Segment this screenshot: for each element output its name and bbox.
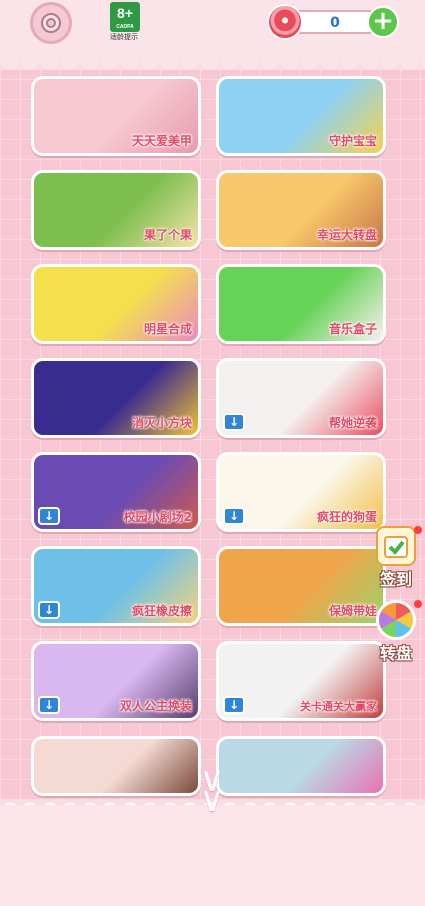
game-title: 果了个果 xyxy=(143,228,192,242)
download-icon[interactable]: ↓ xyxy=(38,507,60,525)
game-card[interactable]: 双人公主换装 ↓ xyxy=(31,641,201,721)
game-card[interactable]: 天天爱美甲 xyxy=(31,76,201,156)
wheel-notification-dot xyxy=(414,600,422,608)
game-card[interactable]: 消灭小方块 xyxy=(31,358,201,438)
game-card[interactable]: 保姆带娃 xyxy=(216,546,386,626)
game-card[interactable] xyxy=(216,736,386,796)
game-title: 天天爱美甲 xyxy=(131,134,192,148)
wheel-label: 转盘 xyxy=(379,644,412,663)
game-card[interactable]: 校园小剧场2 ↓ xyxy=(31,452,201,532)
game-title: 帮她逆袭 xyxy=(328,416,377,430)
lollipop-icon xyxy=(267,4,303,40)
game-card[interactable]: 果了个果 xyxy=(31,170,201,250)
game-card[interactable]: 疯狂橡皮擦 ↓ xyxy=(31,546,201,626)
plus-icon[interactable]: + xyxy=(367,6,399,38)
game-card[interactable]: 守护宝宝 xyxy=(216,76,386,156)
game-title: 校园小剧场2 xyxy=(123,510,192,524)
game-card[interactable] xyxy=(31,736,201,796)
game-thumbnail xyxy=(34,739,198,793)
game-title: 明星合成 xyxy=(143,322,192,336)
wheel-icon xyxy=(376,600,416,640)
checkin-icon xyxy=(376,526,416,566)
age-tip-text: 适龄提示 xyxy=(110,33,138,41)
download-icon[interactable]: ↓ xyxy=(223,413,245,431)
game-title: 幸运大转盘 xyxy=(316,228,377,242)
game-card[interactable]: 疯狂的狗蛋 ↓ xyxy=(216,452,386,532)
checkin-button[interactable]: 签到 xyxy=(372,526,422,590)
age-org-text: CADPA xyxy=(116,24,134,30)
game-title: 音乐盒子 xyxy=(328,322,377,336)
download-icon[interactable]: ↓ xyxy=(38,696,60,714)
game-thumbnail xyxy=(219,739,383,793)
game-card[interactable]: 音乐盒子 xyxy=(216,264,386,344)
game-card[interactable]: 明星合成 xyxy=(31,264,201,344)
download-icon[interactable]: ↓ xyxy=(38,601,60,619)
game-title: 双人公主换装 xyxy=(119,699,192,713)
game-title: 守护宝宝 xyxy=(328,134,377,148)
coin-counter: 0 + xyxy=(267,4,399,40)
download-icon[interactable]: ↓ xyxy=(223,696,245,714)
game-title: 保姆带娃 xyxy=(328,604,377,618)
age-rating-text: 8+ xyxy=(117,5,133,21)
game-card[interactable]: 幸运大转盘 xyxy=(216,170,386,250)
game-title: 疯狂的狗蛋 xyxy=(316,510,377,524)
wheel-button[interactable]: 转盘 xyxy=(372,600,422,664)
game-title: 关卡通关大赢家 xyxy=(300,700,377,713)
age-rating-badge[interactable]: 8+ CADPA 适龄提示 xyxy=(108,2,142,42)
download-icon[interactable]: ↓ xyxy=(223,507,245,525)
checkin-notification-dot xyxy=(414,526,422,534)
bottom-area xyxy=(0,805,425,906)
top-bar: 8+ CADPA 适龄提示 0 + xyxy=(0,0,425,60)
game-card[interactable]: 帮她逆袭 ↓ xyxy=(216,358,386,438)
chevron-down-icon[interactable]: ∨ ∨ xyxy=(188,763,236,817)
game-card[interactable]: 关卡通关大赢家 ↓ xyxy=(216,641,386,721)
game-title: 疯狂橡皮擦 xyxy=(131,604,192,618)
checkin-label: 签到 xyxy=(379,570,412,589)
gear-icon[interactable] xyxy=(30,2,72,44)
game-title: 消灭小方块 xyxy=(131,416,192,430)
